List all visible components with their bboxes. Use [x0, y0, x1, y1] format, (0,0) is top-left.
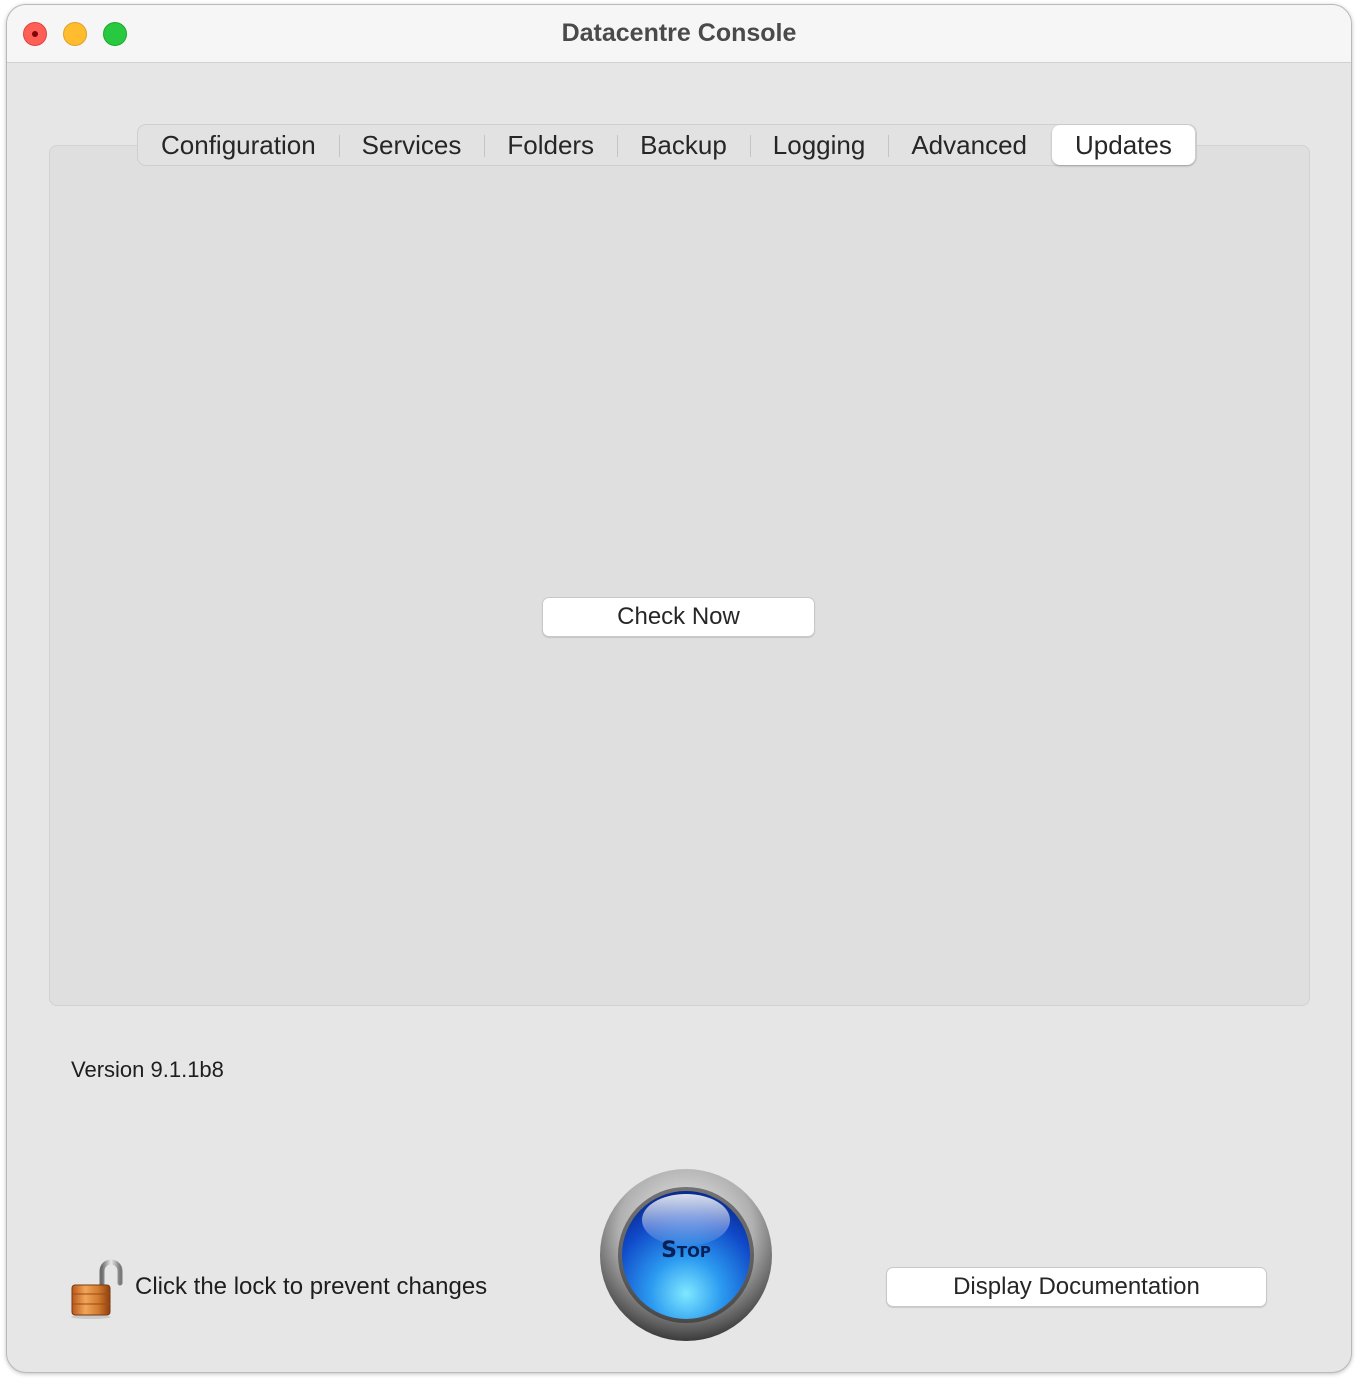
unlocked-padlock-icon[interactable]: [69, 1257, 125, 1319]
tab-advanced[interactable]: Advanced: [888, 125, 1050, 165]
stop-button[interactable]: Stop: [599, 1168, 773, 1342]
updates-tab-panel: [49, 145, 1310, 1006]
tab-logging[interactable]: Logging: [749, 125, 889, 165]
tab-backup[interactable]: Backup: [617, 125, 750, 165]
tab-bar: Configuration Services Folders Backup Lo…: [137, 124, 1197, 166]
tab-updates[interactable]: Updates: [1052, 125, 1195, 165]
version-label: Version 9.1.1b8: [71, 1057, 224, 1082]
lock-instruction-label: Click the lock to prevent changes: [135, 1273, 488, 1300]
check-now-button[interactable]: Check Now: [542, 597, 815, 637]
window-title: Datacentre Console: [561, 19, 797, 47]
title-bar: Datacentre Console: [7, 5, 1351, 63]
tab-configuration[interactable]: Configuration: [138, 125, 339, 165]
tab-folders[interactable]: Folders: [484, 125, 617, 165]
stop-label: Stop: [661, 1238, 711, 1263]
display-documentation-button[interactable]: Display Documentation: [886, 1267, 1267, 1307]
app-window: Datacentre Console Configuration Service…: [6, 4, 1352, 1373]
tab-services[interactable]: Services: [338, 125, 485, 165]
